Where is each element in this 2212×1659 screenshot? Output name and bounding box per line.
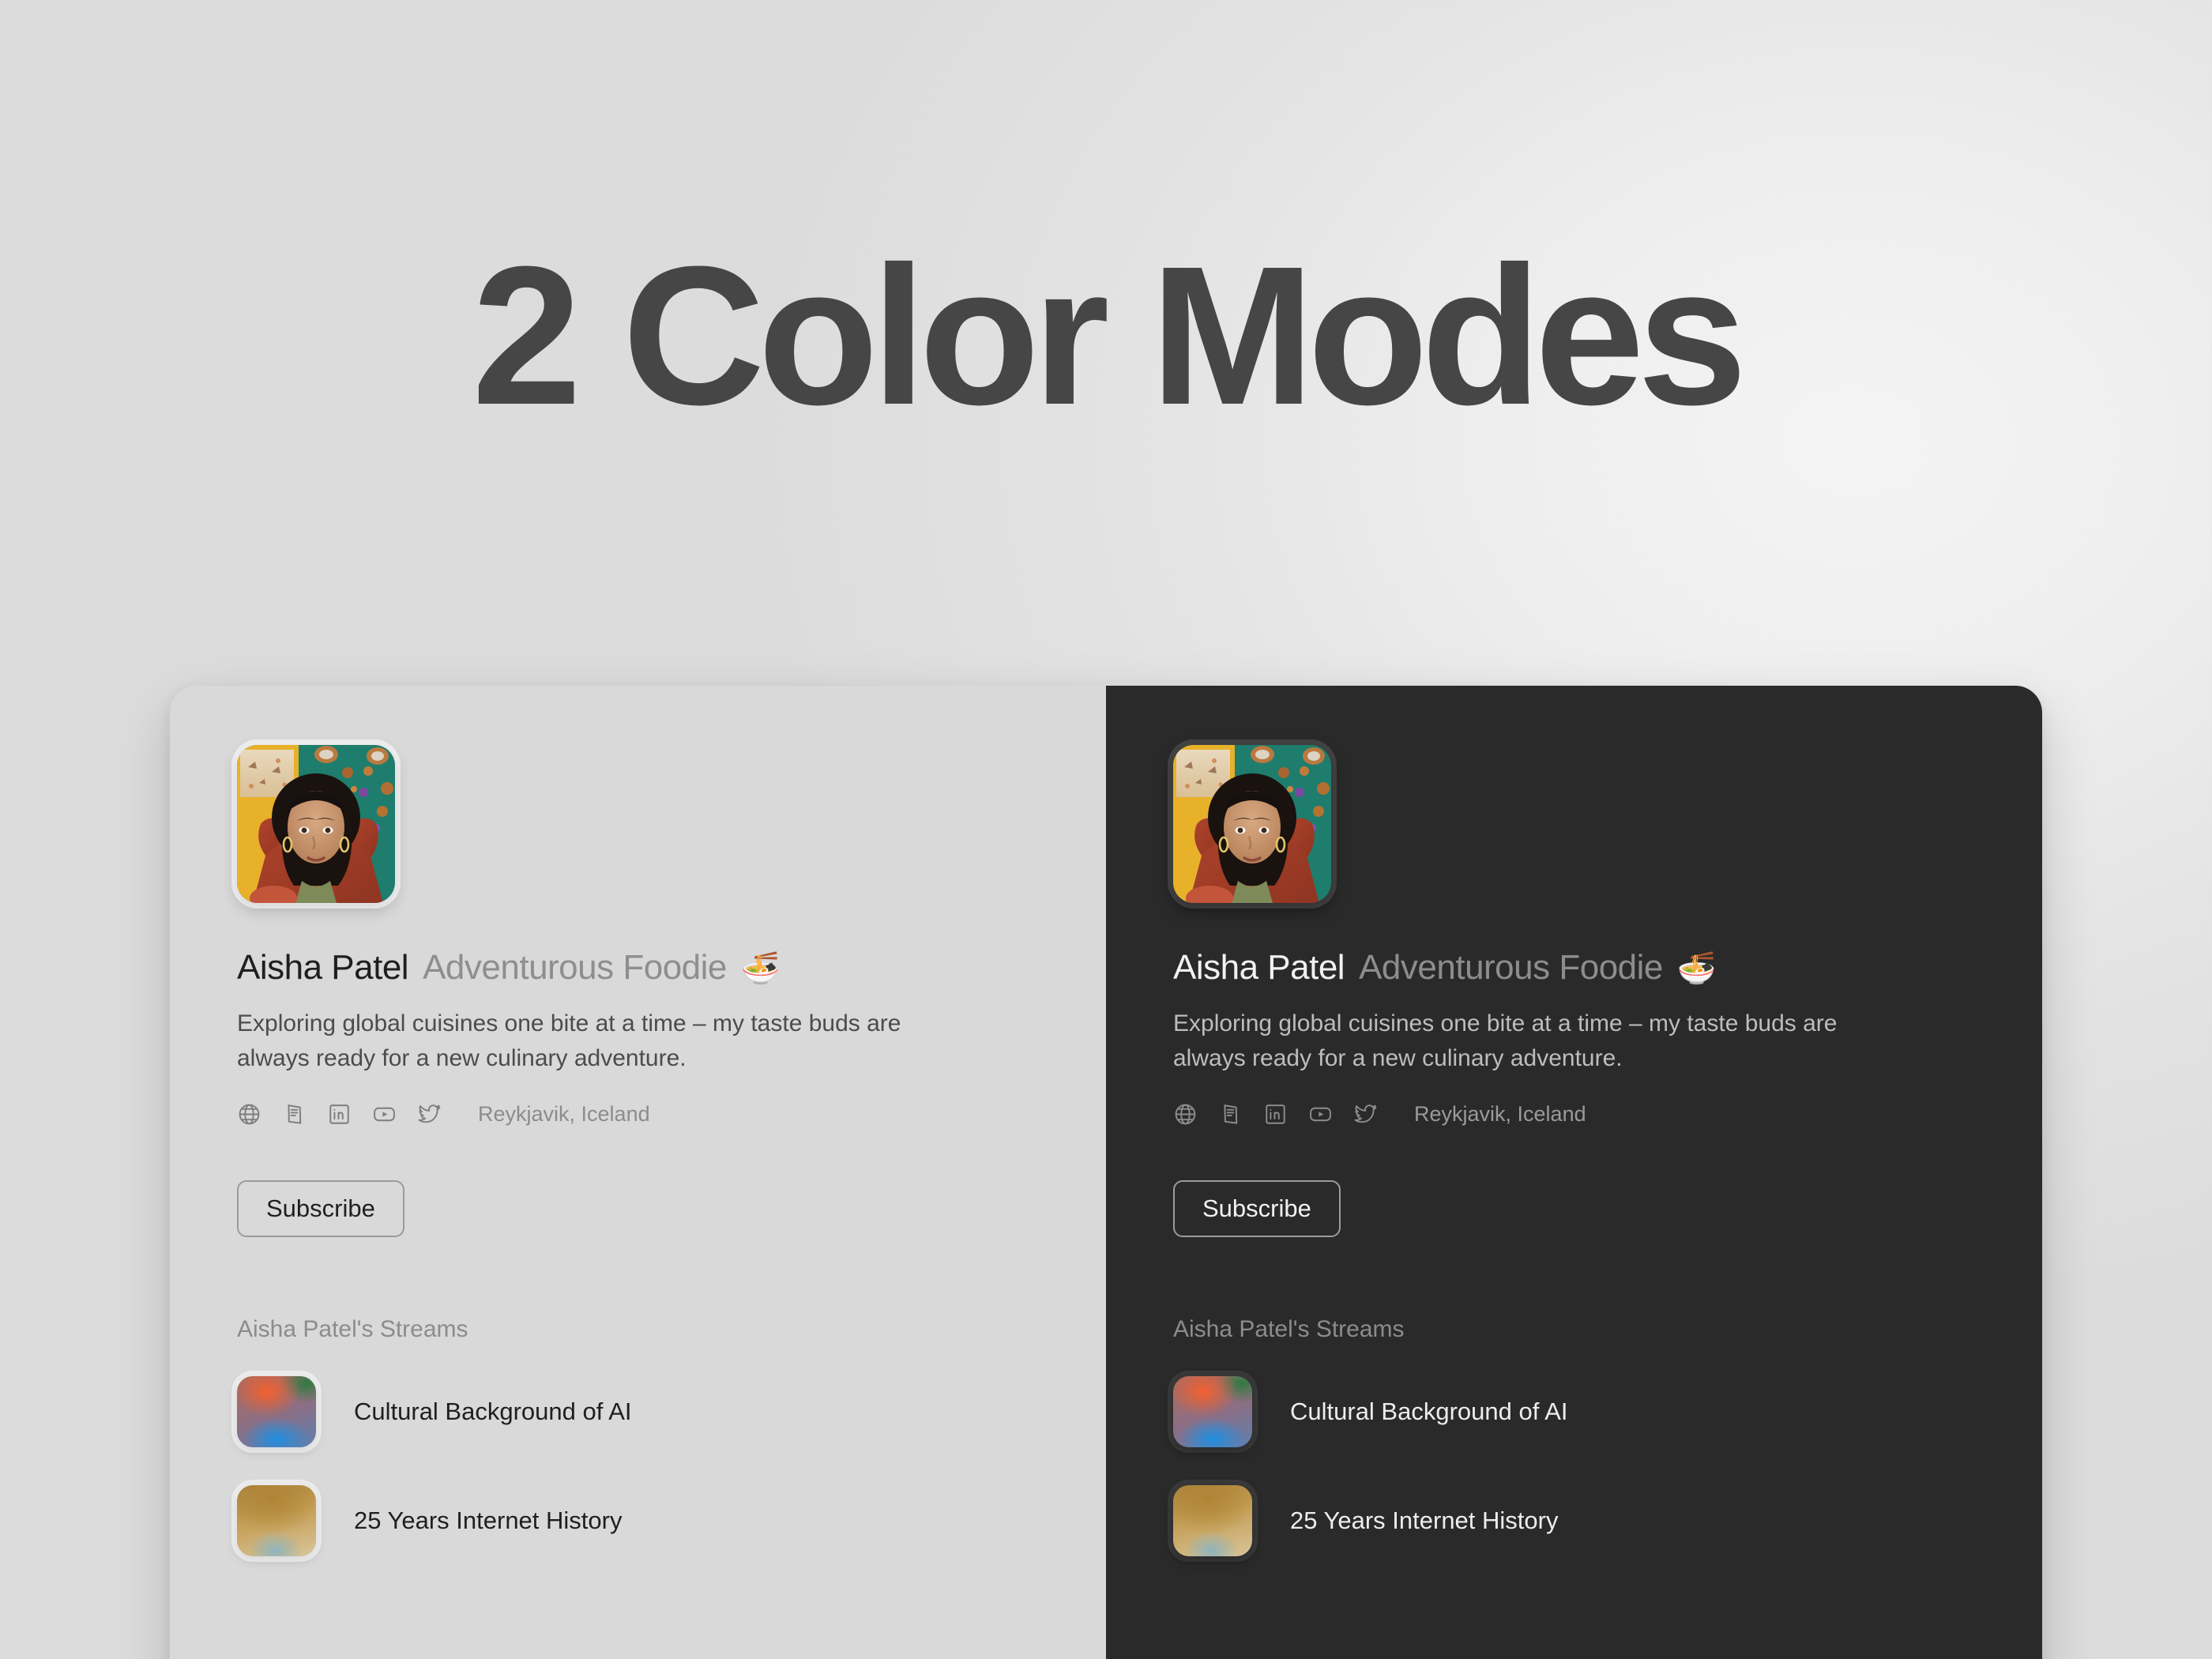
stream-thumbnail-icon bbox=[237, 1376, 316, 1447]
dark-mode-pane: Aisha Patel Adventurous Foodie 🍜 Explori… bbox=[1106, 686, 2042, 1659]
website-icon[interactable] bbox=[237, 1102, 261, 1127]
streams-list: Cultural Background of AI 25 Years Inter… bbox=[1173, 1376, 2042, 1556]
avatar[interactable] bbox=[1173, 745, 1331, 903]
profile-tagline: Adventurous Foodie bbox=[1359, 948, 1663, 987]
twitter-icon[interactable] bbox=[1353, 1102, 1378, 1127]
profile-name: Aisha Patel bbox=[1173, 948, 1345, 987]
color-modes-comparison-card: Aisha Patel Adventurous Foodie 🍜 Explori… bbox=[170, 686, 2042, 1659]
stream-list-item[interactable]: 25 Years Internet History bbox=[237, 1485, 1106, 1556]
blog-icon[interactable] bbox=[1218, 1102, 1243, 1127]
identity-line: Aisha Patel Adventurous Foodie 🍜 bbox=[237, 948, 1106, 988]
hero-section: 2 Color Modes bbox=[0, 237, 2212, 434]
profile-bio: Exploring global cuisines one bite at a … bbox=[237, 1010, 901, 1071]
streams-heading: Aisha Patel's Streams bbox=[1173, 1316, 1405, 1342]
stream-title: Cultural Background of AI bbox=[354, 1398, 632, 1425]
twitter-icon[interactable] bbox=[417, 1102, 442, 1127]
website-icon[interactable] bbox=[1173, 1102, 1198, 1127]
streams-heading: Aisha Patel's Streams bbox=[237, 1316, 468, 1342]
youtube-icon[interactable] bbox=[372, 1102, 397, 1127]
stream-thumbnail-icon bbox=[1173, 1376, 1252, 1447]
subscribe-button[interactable]: Subscribe bbox=[237, 1180, 404, 1237]
stream-title: Cultural Background of AI bbox=[1290, 1398, 1568, 1425]
youtube-icon[interactable] bbox=[1308, 1102, 1333, 1127]
social-links-row: Reykjavik, Iceland bbox=[237, 1102, 1106, 1127]
identity-line: Aisha Patel Adventurous Foodie 🍜 bbox=[1173, 948, 2042, 988]
stream-title: 25 Years Internet History bbox=[1290, 1507, 1559, 1534]
stream-thumbnail-icon bbox=[237, 1485, 316, 1556]
stream-list-item[interactable]: Cultural Background of AI bbox=[1173, 1376, 2042, 1447]
stream-list-item[interactable]: 25 Years Internet History bbox=[1173, 1485, 2042, 1556]
light-mode-pane: Aisha Patel Adventurous Foodie 🍜 Explori… bbox=[170, 686, 1106, 1659]
linkedin-icon[interactable] bbox=[327, 1102, 352, 1127]
stream-thumbnail-icon bbox=[1173, 1485, 1252, 1556]
streams-list: Cultural Background of AI 25 Years Inter… bbox=[237, 1376, 1106, 1556]
profile-bio: Exploring global cuisines one bite at a … bbox=[1173, 1010, 1838, 1071]
profile-name: Aisha Patel bbox=[237, 948, 409, 987]
subscribe-button[interactable]: Subscribe bbox=[1173, 1180, 1341, 1237]
avatar[interactable] bbox=[237, 745, 395, 903]
profile-location: Reykjavik, Iceland bbox=[478, 1102, 650, 1126]
stream-title: 25 Years Internet History bbox=[354, 1507, 623, 1534]
profile-tagline: Adventurous Foodie bbox=[423, 948, 727, 987]
avatar-photo-icon bbox=[1173, 745, 1331, 903]
page-title: 2 Color Modes bbox=[472, 225, 1747, 446]
ramen-bowl-icon: 🍜 bbox=[740, 951, 781, 986]
profile-location: Reykjavik, Iceland bbox=[1414, 1102, 1586, 1126]
blog-icon[interactable] bbox=[282, 1102, 307, 1127]
avatar-photo-icon bbox=[237, 745, 395, 903]
ramen-bowl-icon: 🍜 bbox=[1676, 951, 1717, 986]
social-links-row: Reykjavik, Iceland bbox=[1173, 1102, 2042, 1127]
linkedin-icon[interactable] bbox=[1263, 1102, 1288, 1127]
stream-list-item[interactable]: Cultural Background of AI bbox=[237, 1376, 1106, 1447]
